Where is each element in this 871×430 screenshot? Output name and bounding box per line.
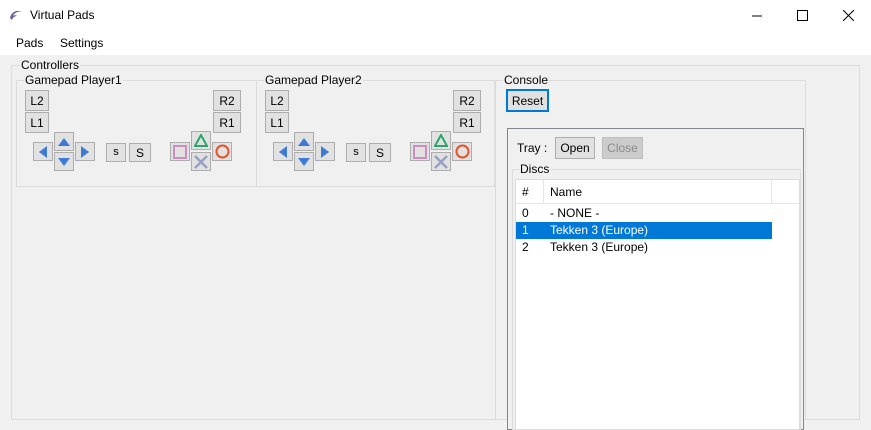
arrow-left-icon <box>279 145 287 158</box>
app-icon <box>10 10 22 20</box>
arrow-right-icon <box>81 145 89 158</box>
p2-dpad-right-button[interactable] <box>315 142 335 161</box>
p2-dpad-left-button[interactable] <box>273 142 293 161</box>
circle-icon <box>215 144 229 159</box>
arrow-down-icon <box>58 157 70 166</box>
discs-title: Discs <box>519 162 551 176</box>
p2-dpad-down-button[interactable] <box>294 152 314 171</box>
p1-l1-button[interactable]: L1 <box>25 112 49 133</box>
tray-close-button: Close <box>602 137 643 159</box>
p2-cross-button[interactable] <box>431 152 451 171</box>
window-title: Virtual Pads <box>30 8 95 22</box>
close-icon <box>842 10 854 21</box>
triangle-icon <box>434 134 448 147</box>
p1-r2-button[interactable]: R2 <box>213 90 241 111</box>
p2-r1-button[interactable]: R1 <box>453 112 481 133</box>
square-icon <box>413 144 427 159</box>
square-icon <box>173 144 187 159</box>
list-item[interactable]: 0 - NONE - <box>516 205 772 222</box>
gamepad-player1-title: Gamepad Player1 <box>24 73 123 87</box>
disc-number: 2 <box>522 240 529 254</box>
arrow-right-icon <box>321 145 329 158</box>
p2-start-button[interactable]: S <box>369 143 391 162</box>
p1-dpad-right-button[interactable] <box>75 142 95 161</box>
arrow-down-icon <box>298 157 310 166</box>
p1-start-button[interactable]: S <box>129 143 151 162</box>
maximize-icon <box>796 10 808 21</box>
p2-l2-button[interactable]: L2 <box>265 90 289 111</box>
list-item[interactable]: 2 Tekken 3 (Europe) <box>516 239 772 256</box>
disc-name: Tekken 3 (Europe) <box>550 240 649 254</box>
gamepad-player2-title: Gamepad Player2 <box>264 73 363 87</box>
arrow-up-icon <box>58 137 70 146</box>
p2-l1-button[interactable]: L1 <box>265 112 289 133</box>
p2-triangle-button[interactable] <box>431 131 451 150</box>
p1-square-button[interactable] <box>170 142 190 161</box>
menu-pads[interactable]: Pads <box>16 36 43 50</box>
column-header-number[interactable]: # <box>516 180 544 204</box>
p1-l2-button[interactable]: L2 <box>25 90 49 111</box>
disc-name: Tekken 3 (Europe) <box>550 223 649 237</box>
p1-select-button[interactable]: s <box>106 143 126 162</box>
arrow-up-icon <box>298 137 310 146</box>
menu-bar: Pads Settings <box>0 31 871 55</box>
column-header-name[interactable]: Name <box>544 180 772 204</box>
controllers-title: Controllers <box>20 58 81 72</box>
disc-number: 1 <box>522 223 529 237</box>
p2-dpad-up-button[interactable] <box>294 132 314 151</box>
disc-number: 0 <box>522 206 529 220</box>
title-bar: Virtual Pads <box>0 0 871 31</box>
p2-square-button[interactable] <box>410 142 430 161</box>
minimize-icon <box>752 15 762 16</box>
cross-icon <box>194 154 208 169</box>
discs-list[interactable]: # Name 0 - NONE - 1 Tekken 3 (Europe) 2 … <box>515 179 800 430</box>
reset-button[interactable]: Reset <box>506 89 549 112</box>
p1-circle-button[interactable] <box>212 142 232 161</box>
p1-cross-button[interactable] <box>191 152 211 171</box>
p1-dpad-up-button[interactable] <box>54 132 74 151</box>
p2-select-button[interactable]: s <box>346 143 366 162</box>
disc-name: - NONE - <box>550 206 600 220</box>
console-title: Console <box>503 73 550 87</box>
maximize-button[interactable] <box>779 0 825 31</box>
p2-r2-button[interactable]: R2 <box>453 90 481 111</box>
cross-icon <box>434 154 448 169</box>
p1-dpad-down-button[interactable] <box>54 152 74 171</box>
menu-settings[interactable]: Settings <box>60 36 103 50</box>
p2-circle-button[interactable] <box>452 142 472 161</box>
triangle-icon <box>194 134 208 147</box>
minimize-button[interactable] <box>734 0 780 31</box>
p1-triangle-button[interactable] <box>191 131 211 150</box>
tray-open-button[interactable]: Open <box>555 137 595 159</box>
discs-list-header: # Name <box>516 180 799 204</box>
p1-dpad-left-button[interactable] <box>33 142 53 161</box>
p1-r1-button[interactable]: R1 <box>213 112 241 133</box>
tray-label: Tray : <box>517 141 548 155</box>
list-item[interactable]: 1 Tekken 3 (Europe) <box>516 222 772 239</box>
close-window-button[interactable] <box>825 0 871 31</box>
arrow-left-icon <box>39 145 47 158</box>
circle-icon <box>455 144 469 159</box>
